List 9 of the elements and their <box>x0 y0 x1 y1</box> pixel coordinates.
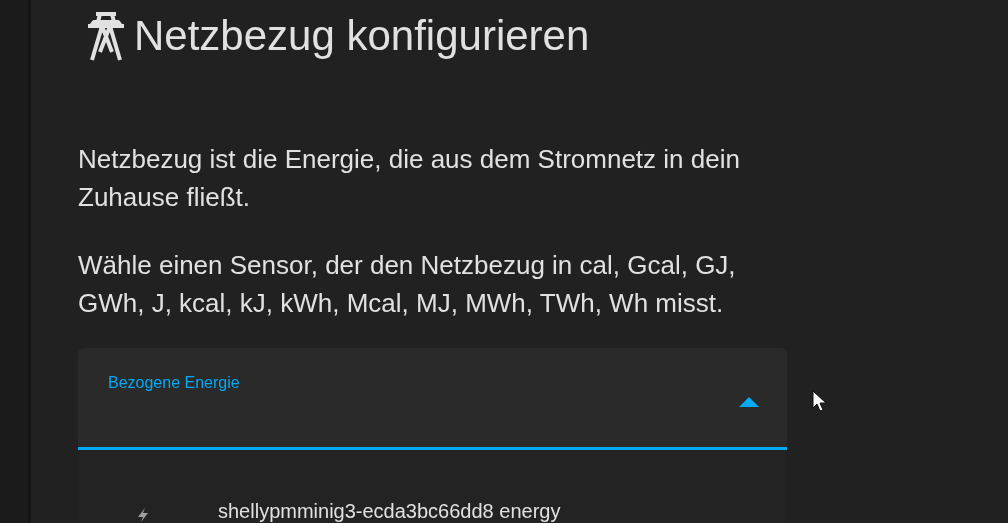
lightning-icon <box>136 508 150 522</box>
power-pylon-icon <box>86 10 126 62</box>
mouse-pointer-icon <box>812 390 826 412</box>
option-item[interactable]: shellypmminig3-ecda3bc66dd8 energy <box>218 501 561 521</box>
dialog-title: Netzbezug konfigurieren <box>134 12 590 60</box>
description-text: Wähle einen Sensor, der den Netzbezug in cal, Gcal, GJ, GWh, J, kcal, kJ, kWh, Mcal, MJ, MWh, TWh, Wh misst. <box>78 249 737 320</box>
caret-icon <box>739 397 759 407</box>
energy-select[interactable]: Bezogene Energie <box>78 348 787 450</box>
description-text: Netzbezug ist die Energie, die aus dem Stromnetz in dein Zuhause fließt. <box>78 143 741 214</box>
